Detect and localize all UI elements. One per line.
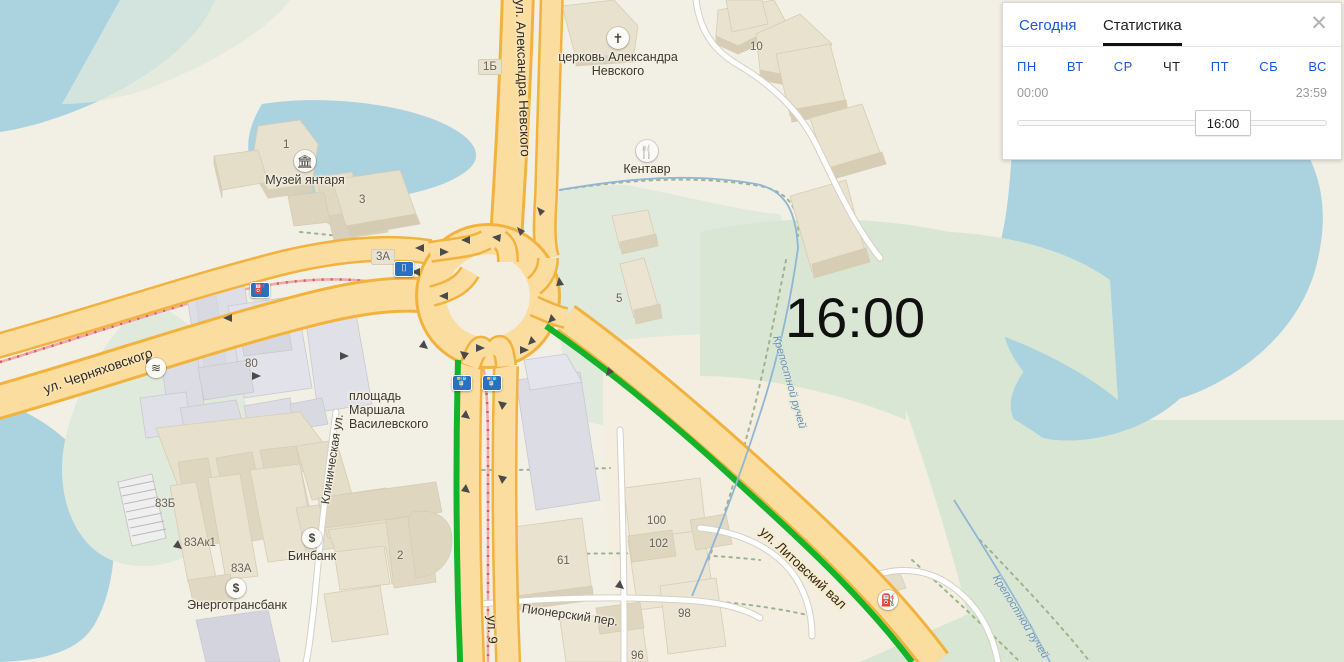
time-range-end: 23:59 [1295, 86, 1327, 100]
statistics-panel: Сегодня Статистика ✕ ПН ВТ СР ЧТ ПТ СБ В… [1002, 2, 1342, 160]
bus-stop-sign-icon[interactable]: 🚏 [482, 375, 502, 391]
weekday-selector: ПН ВТ СР ЧТ ПТ СБ ВС [1003, 47, 1341, 74]
bank-icon[interactable]: $ [302, 528, 322, 548]
house-number: 83Б [155, 498, 176, 510]
bank-icon[interactable]: $ [226, 578, 246, 598]
time-range-start: 00:00 [1017, 86, 1049, 100]
overlay-time: 16:00 [785, 286, 926, 349]
time-slider-thumb[interactable]: 16:00 [1195, 110, 1251, 136]
house-number: 83А [231, 563, 252, 575]
house-number: 5 [616, 293, 623, 305]
house-number: 10 [750, 41, 763, 53]
fuel-icon[interactable]: ⛽ [878, 590, 898, 610]
house-number: 2 [397, 550, 404, 562]
house-number: 3 [359, 194, 366, 206]
museum-icon[interactable]: 🏛 [294, 150, 316, 172]
map-application: 1Б 1 3 3А 10 5 80 83Б 83Ак1 83А 2 100 10… [0, 0, 1344, 662]
weekday-tue[interactable]: ВТ [1067, 59, 1084, 74]
restaurant-icon[interactable]: 🍴 [636, 140, 658, 162]
house-number: 96 [631, 650, 644, 662]
house-number: 3А [371, 249, 396, 265]
fuel-sign-icon[interactable]: ⛽ [250, 282, 270, 298]
weekday-mon[interactable]: ПН [1017, 59, 1037, 74]
weekday-sun[interactable]: ВС [1308, 59, 1327, 74]
time-range-labels: 00:00 23:59 [1003, 74, 1341, 100]
house-number: 80 [245, 358, 258, 370]
tab-statistics[interactable]: Статистика [1102, 17, 1182, 46]
weekday-sat[interactable]: СБ [1259, 59, 1278, 74]
church-icon[interactable]: ✝ [607, 27, 629, 49]
house-number: 100 [647, 515, 667, 527]
house-number: 1Б [478, 59, 502, 75]
bus-stop-sign-icon[interactable]: 🚏 [452, 375, 472, 391]
time-slider-track[interactable] [1017, 120, 1327, 126]
hospital-sign-icon[interactable]: ⌷ [394, 261, 414, 277]
close-icon[interactable]: ✕ [1307, 13, 1331, 37]
weekday-fri[interactable]: ПТ [1211, 59, 1229, 74]
weekday-wed[interactable]: СР [1114, 59, 1133, 74]
tab-today[interactable]: Сегодня [1019, 17, 1077, 43]
house-number: 1 [283, 139, 290, 151]
house-number: 102 [649, 538, 669, 550]
house-number: 61 [557, 555, 570, 567]
street-label-ul9: ул. 9 [484, 615, 501, 645]
house-number: 83Ак1 [184, 537, 216, 549]
weekday-thu[interactable]: ЧТ [1163, 59, 1181, 74]
time-slider[interactable]: 16:00 [1017, 110, 1327, 140]
house-number: 98 [678, 608, 691, 620]
panel-tab-bar: Сегодня Статистика ✕ [1003, 3, 1341, 47]
